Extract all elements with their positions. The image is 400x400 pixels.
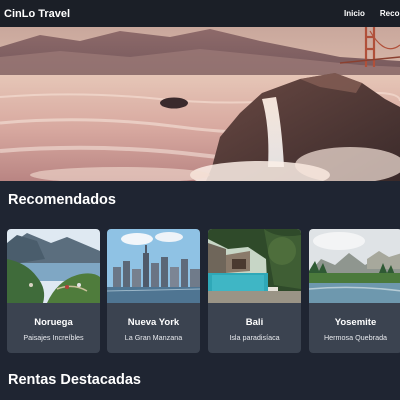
card-image-valley [309,229,400,303]
card-subtitle: La Gran Manzana [124,333,183,342]
card-name: Yosemite [334,317,377,328]
nav-link-recomendados[interactable]: Recomendados [380,9,400,18]
card-noruega[interactable]: Noruega Paisajes Increíbles [7,229,100,353]
card-nueva-york[interactable]: Nueva York La Gran Manzana [107,229,200,353]
top-navbar: CinLo Travel Inicio Recomendados [0,0,400,27]
recommended-section-title: Recomendados [8,192,116,208]
card-bali[interactable]: Bali Isla paradisíaca [208,229,301,353]
card-subtitle: Isla paradisíaca [229,333,280,342]
card-subtitle: Hermosa Quebrada [323,333,388,342]
recommended-cards: Noruega Paisajes Increíbles Nueva York L… [7,229,400,353]
card-name: Bali [245,317,264,328]
card-name: Noruega [34,317,73,328]
card-image-villa [208,229,301,303]
brand-logo-text[interactable]: CinLo Travel [4,8,70,20]
card-image-fjord [7,229,100,303]
card-yosemite[interactable]: Yosemite Hermosa Quebrada [309,229,400,353]
nav-link-inicio[interactable]: Inicio [344,9,365,18]
card-name: Nueva York [127,317,180,328]
nav-links: Inicio Recomendados [344,0,400,27]
featured-rentals-section-title: Rentas Destacadas [8,372,141,388]
card-image-skyline [107,229,200,303]
card-subtitle: Paisajes Increíbles [23,333,84,342]
hero-banner-image [0,27,400,181]
